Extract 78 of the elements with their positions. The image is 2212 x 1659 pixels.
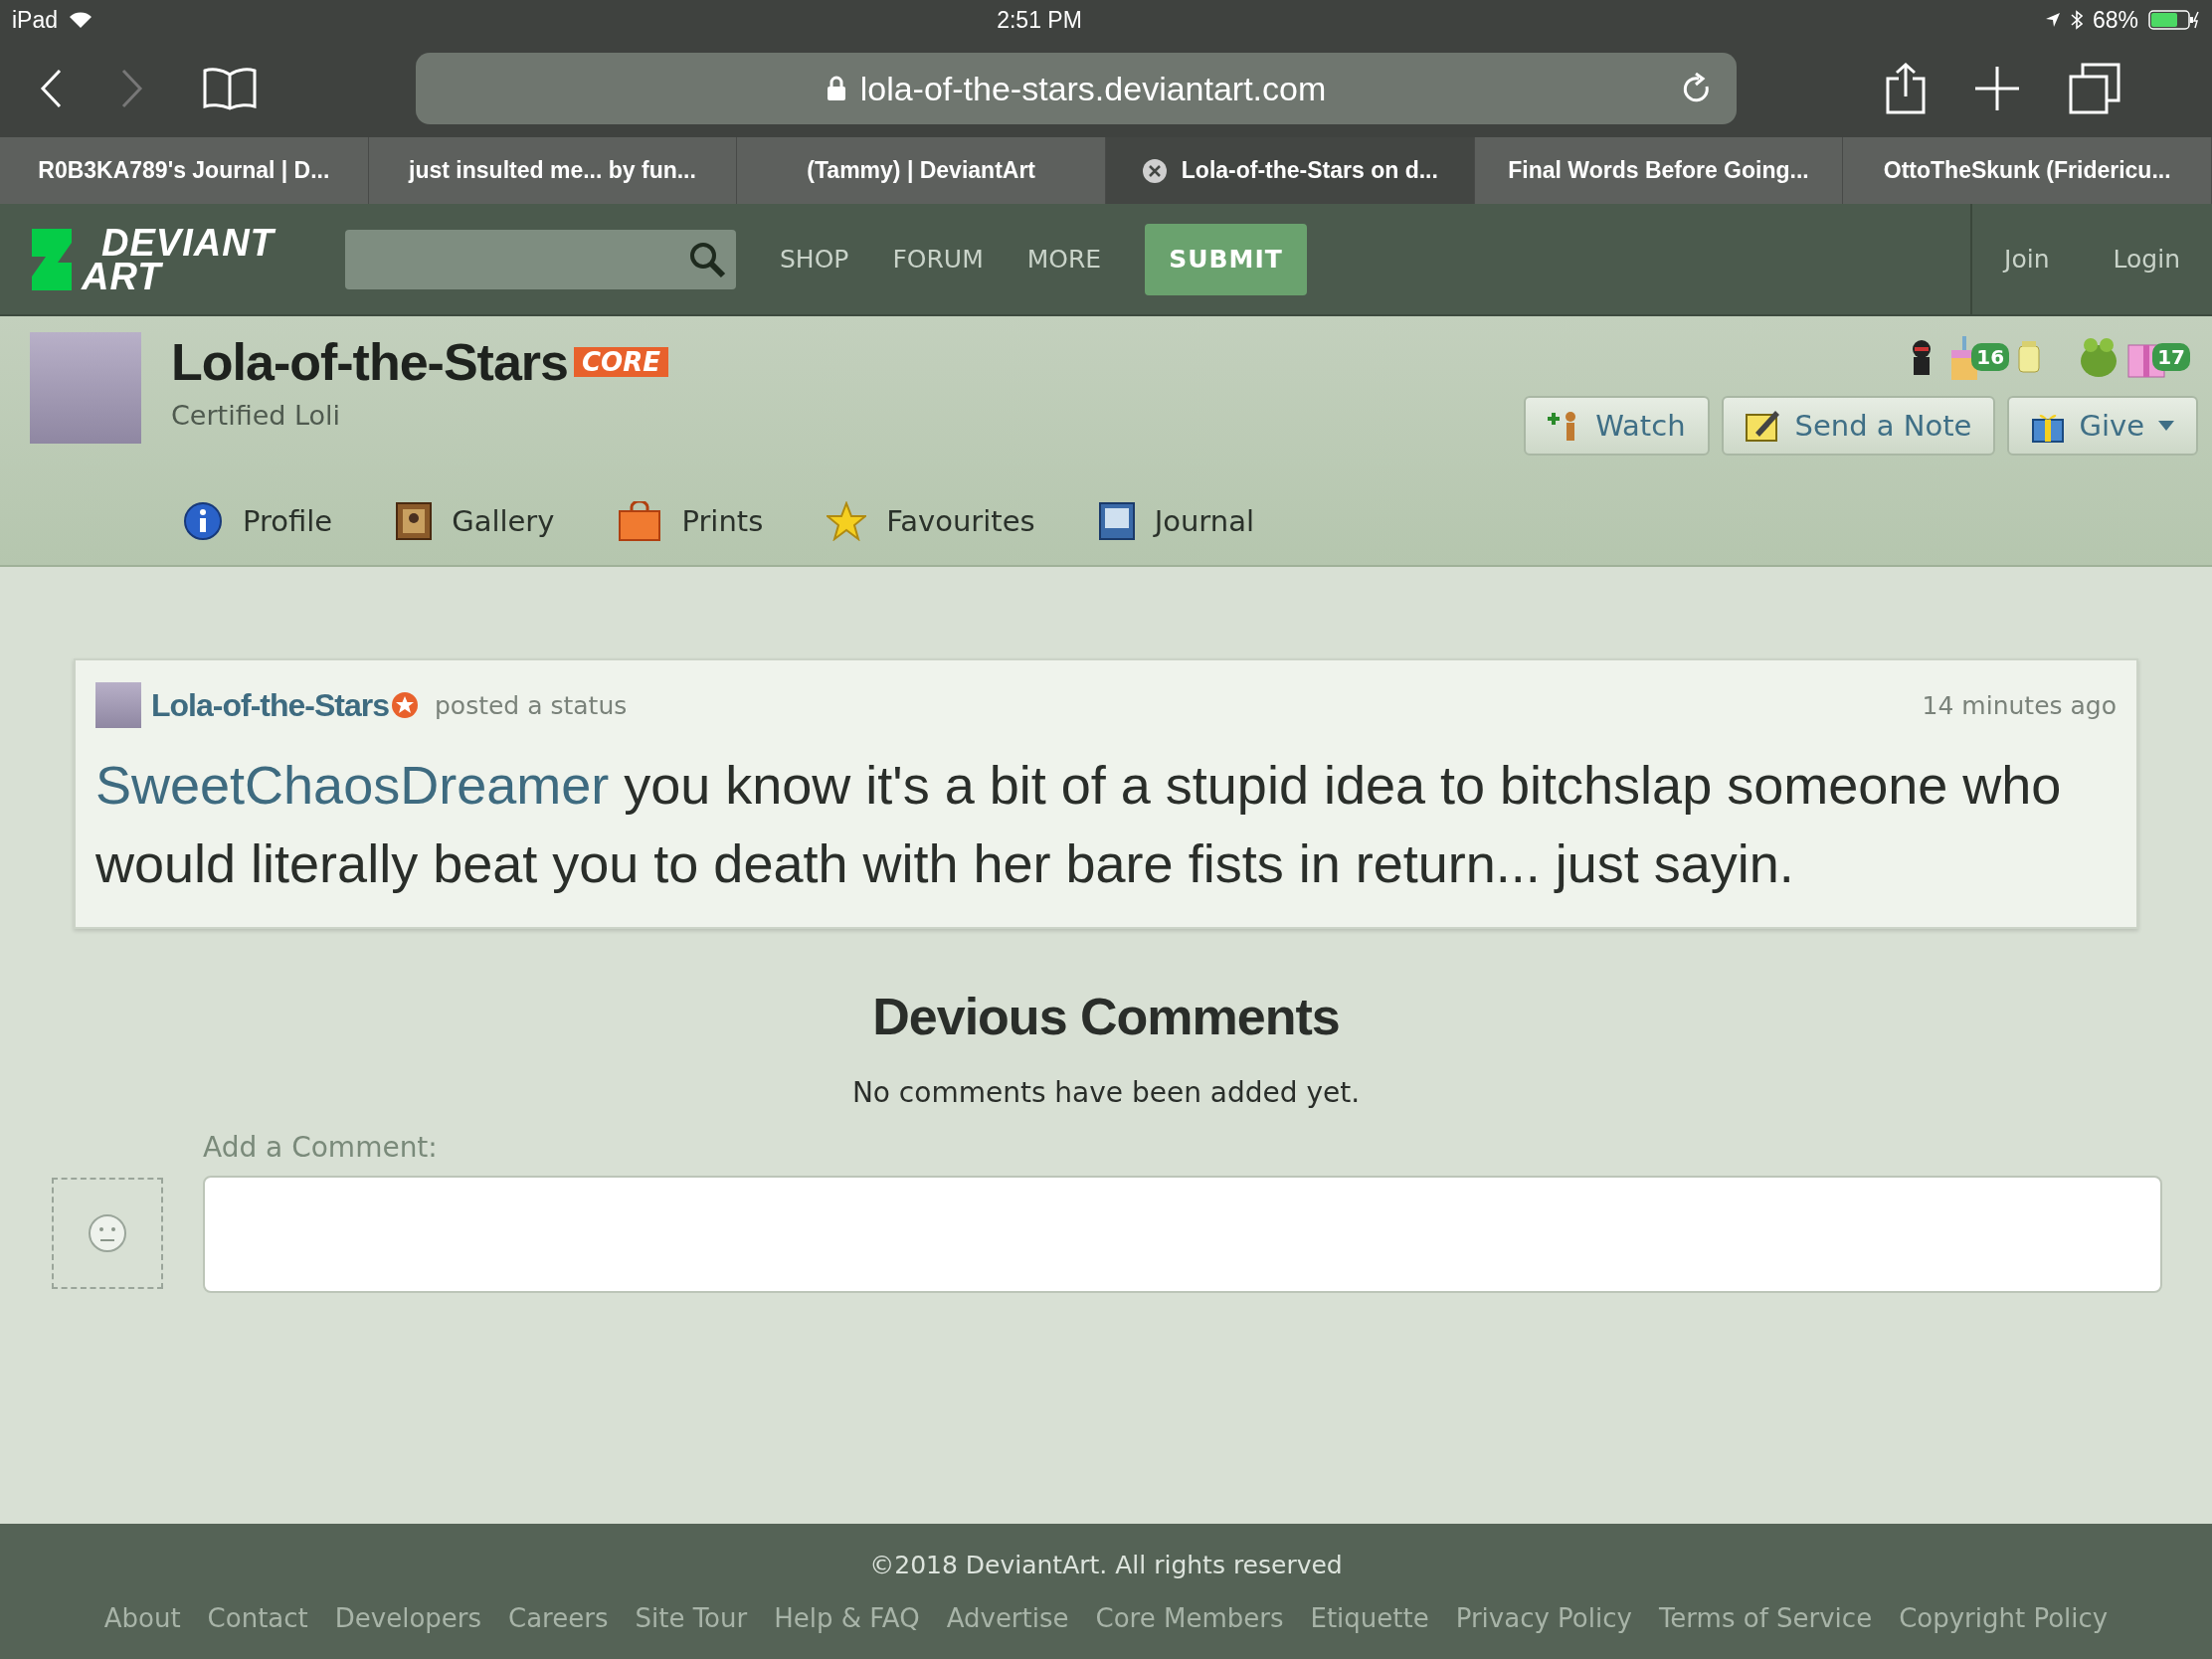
open-book-icon[interactable] bbox=[203, 67, 257, 110]
close-icon[interactable] bbox=[1141, 157, 1168, 184]
footer-link[interactable]: Core Members bbox=[1095, 1602, 1284, 1633]
profile-tagline: Certified Loli bbox=[171, 400, 342, 431]
nav-link[interactable]: MORE bbox=[1026, 245, 1102, 274]
neutral-face-icon bbox=[88, 1213, 127, 1253]
profile-name: Lola-of-the-Stars bbox=[171, 332, 568, 392]
lock-icon bbox=[826, 76, 846, 101]
footer-link[interactable]: Developers bbox=[334, 1602, 482, 1633]
footer-link[interactable]: Copyright Policy bbox=[1899, 1602, 2109, 1633]
profile-tab[interactable]: Profile bbox=[183, 501, 333, 541]
footer-link[interactable]: Terms of Service bbox=[1658, 1602, 1873, 1633]
clock-time: 2:51 PM bbox=[997, 6, 1082, 34]
tabs-icon[interactable] bbox=[2069, 63, 2120, 114]
battery-percentage: 68% bbox=[2092, 6, 2138, 34]
star-icon bbox=[827, 501, 867, 541]
shopping-bag-icon bbox=[618, 501, 662, 541]
search-icon[interactable] bbox=[688, 240, 726, 278]
post-time: 14 minutes ago bbox=[1922, 690, 2117, 720]
caret-icon bbox=[2158, 421, 2174, 431]
framed-picture-icon bbox=[396, 502, 433, 540]
footer-link[interactable]: Privacy Policy bbox=[1455, 1602, 1632, 1633]
empty-message: No comments have been added yet. bbox=[851, 1076, 1361, 1109]
browser-tab[interactable]: R0B3KA789's Journal | D... bbox=[0, 137, 369, 204]
profile-tab[interactable]: Favourites bbox=[827, 501, 1035, 541]
action-button[interactable]: Watch bbox=[1524, 396, 1710, 456]
comment-field[interactable] bbox=[203, 1176, 2162, 1293]
avatar-placeholder bbox=[95, 682, 141, 728]
info-icon bbox=[183, 501, 223, 541]
post-action: posted a status bbox=[435, 690, 628, 720]
url-text: lola-of-the-stars.deviantart.com bbox=[859, 69, 1327, 108]
browser-tab[interactable]: just insulted me... by fun... bbox=[368, 137, 738, 204]
device-name: iPad bbox=[12, 6, 59, 34]
status-text: SweetChaosDreamer you know it's a bit of a stupid idea to bitchslap someone who would literally beat you to death with her bare fists in return... just sayin. bbox=[95, 754, 2063, 895]
give-dropdown[interactable]: Give bbox=[2007, 396, 2198, 456]
footer-link[interactable]: Etiquette bbox=[1310, 1602, 1429, 1633]
battery-charging-icon bbox=[2148, 10, 2200, 30]
nav-link[interactable]: SHOP bbox=[780, 245, 849, 274]
profile-tab[interactable]: Prints bbox=[618, 501, 764, 541]
badge-count: 16 bbox=[1971, 343, 2010, 371]
footer-link[interactable]: Help & FAQ bbox=[774, 1602, 920, 1633]
browser-tab[interactable]: Lola-of-the-Stars on d... bbox=[1106, 137, 1475, 204]
note-pencil-icon bbox=[1745, 409, 1781, 443]
frog-badge-icon bbox=[2079, 335, 2120, 379]
bluetooth-icon bbox=[2070, 10, 2083, 30]
browser-tab[interactable]: (Tammy) | DeviantArt bbox=[737, 137, 1106, 204]
plus-icon[interactable] bbox=[1975, 67, 2019, 110]
jar-badge-icon bbox=[2017, 340, 2042, 374]
footer-link[interactable]: Site Tour bbox=[635, 1602, 748, 1633]
add-comment-label: Add a Comment: bbox=[203, 1131, 439, 1164]
address-bar[interactable]: lola-of-the-stars.deviantart.com bbox=[416, 53, 1737, 124]
nav-link[interactable]: FORUM bbox=[892, 245, 984, 274]
footer-link[interactable]: About bbox=[103, 1602, 181, 1633]
location-arrow-icon bbox=[2044, 12, 2061, 28]
mention-link[interactable]: SweetChaosDreamer bbox=[95, 755, 610, 815]
comments-heading: Devious Comments bbox=[872, 987, 1340, 1046]
star-badge-icon bbox=[391, 691, 419, 719]
profile-tab[interactable]: Gallery bbox=[396, 502, 555, 540]
footer-link[interactable]: Advertise bbox=[946, 1602, 1069, 1633]
logo-mark-icon bbox=[30, 226, 74, 292]
browser-tab[interactable]: OttoTheSkunk (Fridericu... bbox=[1843, 137, 2212, 204]
wifi-icon bbox=[68, 10, 94, 30]
footer-link[interactable]: Careers bbox=[508, 1602, 609, 1633]
action-button[interactable]: Send a Note bbox=[1721, 396, 1996, 456]
share-icon[interactable] bbox=[1886, 63, 1926, 114]
account-link[interactable]: Login bbox=[2081, 245, 2212, 274]
footer-link[interactable]: Contact bbox=[207, 1602, 308, 1633]
browser-tab[interactable]: Final Words Before Going... bbox=[1474, 137, 1844, 204]
submit-button[interactable]: SUBMIT bbox=[1145, 223, 1307, 295]
logo-text: DEVIANT ART bbox=[82, 225, 275, 293]
author-link[interactable]: Lola-of-the-Stars bbox=[151, 686, 389, 724]
badge-count: 17 bbox=[2152, 343, 2190, 371]
copyright-text: ©2018 DeviantArt. All rights reserved bbox=[869, 1550, 1343, 1579]
core-badge: CORE bbox=[574, 347, 668, 377]
profile-tab[interactable]: Journal bbox=[1098, 502, 1254, 540]
account-link[interactable]: Join bbox=[1972, 245, 2082, 274]
search-field[interactable] bbox=[345, 229, 736, 289]
book-icon bbox=[1098, 502, 1135, 540]
